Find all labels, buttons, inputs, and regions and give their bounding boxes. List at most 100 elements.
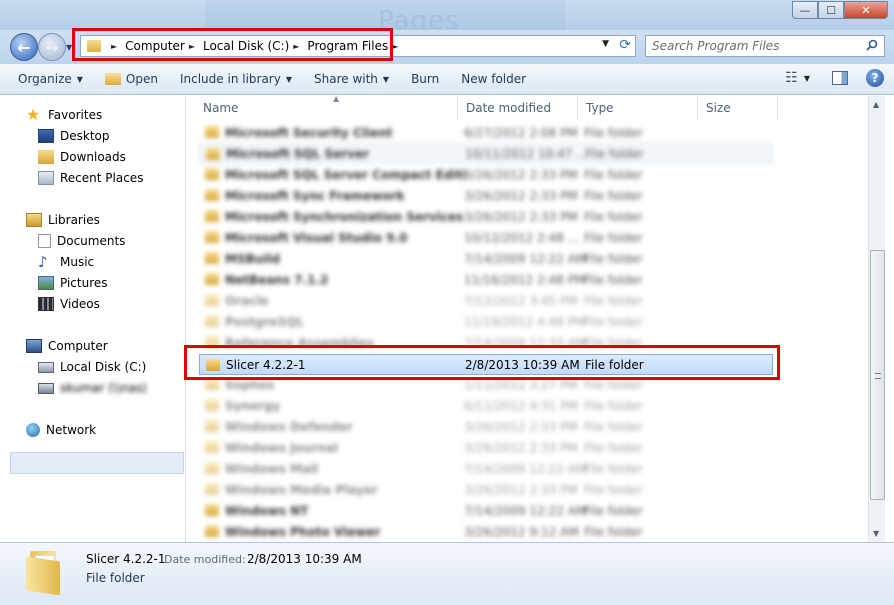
chevron-right-icon[interactable]: ►: [293, 42, 299, 51]
chevron-right-icon[interactable]: ►: [189, 42, 195, 51]
file-row[interactable]: MSBuild 7/14/2009 12:22 AM File folder: [199, 248, 773, 269]
sidebar-item-recent-places[interactable]: Recent Places: [38, 171, 143, 185]
sidebar-label: Recent Places: [60, 171, 144, 185]
breadcrumb-program-files[interactable]: Program Files ►: [307, 39, 406, 53]
file-list-pane: Name ▲ Date modified Type Size Microsoft…: [187, 94, 877, 542]
file-type: File folder: [585, 146, 644, 161]
sidebar-item-desktop[interactable]: Desktop: [38, 129, 110, 143]
view-options-dropdown[interactable]: ▼: [804, 74, 810, 83]
back-button[interactable]: ←: [10, 33, 38, 61]
breadcrumb-label: Program Files: [307, 39, 389, 53]
help-icon[interactable]: ?: [866, 69, 884, 87]
sidebar-label: Desktop: [60, 129, 110, 143]
new-folder-button[interactable]: New folder: [461, 72, 526, 86]
file-row[interactable]: Sophos 1/11/2012 3:27 PM File folder: [199, 374, 773, 395]
recent-pages-dropdown[interactable]: ▼: [66, 43, 72, 52]
file-row[interactable]: Microsoft Synchronization Services 3/26/2…: [199, 206, 773, 227]
sidebar-item-downloads[interactable]: Downloads: [38, 150, 126, 164]
view-controls: ☷ ▼ ?: [785, 69, 884, 87]
file-date-modified: 3/26/2012 2:33 PM: [464, 188, 578, 203]
file-type: File folder: [584, 209, 643, 224]
address-dropdown-button[interactable]: ▼: [602, 39, 609, 49]
file-row[interactable]: Slicer 4.2.2-1 2/8/2013 10:39 AM File fold…: [199, 354, 773, 375]
breadcrumb-label: Local Disk (C:): [202, 39, 290, 53]
minimize-button[interactable]: —: [792, 1, 818, 19]
file-row[interactable]: Microsoft Security Client 6/27/2012 2:08 …: [199, 122, 773, 143]
file-name: Microsoft Visual Studio 9.0: [225, 230, 408, 245]
breadcrumb-label: Computer: [125, 39, 185, 53]
refresh-icon[interactable]: ⟳: [619, 37, 631, 53]
scroll-up-arrow-icon[interactable]: ▲: [873, 100, 879, 109]
sidebar-item-favorites[interactable]: ★ Favorites: [26, 105, 102, 124]
chevron-down-icon: ▼: [382, 74, 390, 84]
address-bar[interactable]: ► Computer ► Local Disk (C:) ► Program F…: [80, 35, 636, 57]
scroll-down-arrow-icon[interactable]: ▼: [873, 529, 879, 538]
breadcrumb-local-disk[interactable]: Local Disk (C:) ►: [203, 39, 307, 53]
search-box[interactable]: [645, 35, 885, 57]
file-row[interactable]: Windows Photo Viewer 3/26/2012 9:12 AM Fil…: [199, 521, 773, 542]
sidebar-item-computer[interactable]: Computer: [26, 339, 108, 353]
file-row[interactable]: Synergy 6/11/2012 4:31 PM File folder: [199, 395, 773, 416]
forward-button[interactable]: →: [38, 33, 66, 61]
desktop-icon: [38, 129, 54, 143]
sidebar-item-local-disk[interactable]: Local Disk (C:): [38, 360, 146, 374]
file-type: File folder: [584, 125, 643, 140]
file-row[interactable]: Reference Assemblies 7/14/2009 12:33 AM Fi…: [199, 332, 773, 353]
include-in-library-button[interactable]: Include in library ▼: [180, 72, 292, 86]
search-icon[interactable]: [866, 39, 878, 51]
chevron-down-icon: ▼: [285, 74, 292, 84]
sidebar-item-documents[interactable]: Documents: [38, 234, 125, 248]
network-globe-icon: [26, 423, 40, 437]
column-header-type[interactable]: Type: [578, 96, 698, 120]
file-name: Microsoft Sync Framework: [225, 188, 405, 203]
file-type: File folder: [584, 419, 643, 434]
file-date-modified: 7/14/2009 12:22 AM: [464, 251, 587, 266]
sidebar-item-music[interactable]: ♪ Music: [38, 255, 94, 270]
file-row[interactable]: Microsoft SQL Server Compact Edition 3/26…: [199, 164, 773, 185]
folder-icon: [205, 294, 219, 306]
folder-icon: [205, 504, 219, 516]
column-header-date-modified[interactable]: Date modified: [458, 96, 578, 120]
sidebar-item-pictures[interactable]: Pictures: [38, 276, 108, 290]
file-row[interactable]: Windows NT 7/14/2009 12:22 AM File folder: [199, 500, 773, 521]
file-row[interactable]: Windows Mail 7/14/2009 12:22 AM File folde…: [199, 458, 773, 479]
file-row[interactable]: Windows Defender 3/26/2012 2:33 PM File fo…: [199, 416, 773, 437]
file-date-modified: 11/16/2012 2:48 PM: [464, 272, 586, 287]
column-header-size[interactable]: Size: [698, 96, 778, 120]
file-row[interactable]: Oracle 7/12/2012 3:45 PM File folder: [199, 290, 773, 311]
folder-icon: [205, 378, 219, 390]
file-row[interactable]: Windows Media Player 3/26/2012 2:33 PM Fil…: [199, 479, 773, 500]
chevron-right-icon[interactable]: ►: [392, 42, 398, 51]
folder-icon: [205, 462, 219, 474]
file-row[interactable]: Microsoft Sync Framework 3/26/2012 2:33 P…: [199, 185, 773, 206]
close-button[interactable]: ✕: [844, 1, 888, 19]
preview-pane-icon[interactable]: [832, 71, 848, 85]
file-type: File folder: [584, 188, 643, 203]
maximize-button[interactable]: ☐: [818, 1, 844, 19]
scrollbar-thumb[interactable]: [870, 250, 885, 500]
sidebar-item-libraries[interactable]: Libraries: [26, 213, 100, 227]
open-button[interactable]: Open: [104, 72, 158, 86]
organize-button[interactable]: Organize ▼: [18, 72, 83, 86]
sidebar-item-network-drive[interactable]: skumar (\\nas): [38, 381, 147, 395]
burn-button[interactable]: Burn: [411, 72, 439, 86]
sidebar-item-videos[interactable]: Videos: [38, 297, 100, 311]
share-with-button[interactable]: Share with ▼: [314, 72, 389, 86]
file-row[interactable]: NetBeans 7.1.2 11/16/2012 2:48 PM File fol…: [199, 269, 773, 290]
folder-icon: [206, 148, 220, 160]
change-view-icon[interactable]: ☷: [785, 70, 798, 86]
file-name: Microsoft SQL Server: [226, 146, 370, 161]
breadcrumb-root-arrow[interactable]: ►: [107, 42, 125, 51]
file-row[interactable]: Microsoft SQL Server 10/11/2012 10:47 ...…: [199, 143, 773, 164]
file-row[interactable]: Microsoft Visual Studio 9.0 10/12/2012 2:…: [199, 227, 773, 248]
search-input[interactable]: [652, 39, 857, 53]
file-row[interactable]: PostgreSQL 11/19/2012 4:48 PM File folder: [199, 311, 773, 332]
breadcrumb-computer[interactable]: Computer ►: [125, 39, 203, 53]
star-icon: ★: [26, 105, 41, 124]
file-row[interactable]: Windows Journal 3/26/2012 2:33 PM File fol…: [199, 437, 773, 458]
file-name: Windows NT: [225, 503, 309, 518]
column-header-name[interactable]: Name ▲: [195, 94, 458, 120]
vertical-scrollbar[interactable]: ▲ ▼: [868, 96, 885, 542]
folder-icon: [205, 336, 219, 348]
sidebar-item-network[interactable]: Network: [26, 423, 96, 437]
